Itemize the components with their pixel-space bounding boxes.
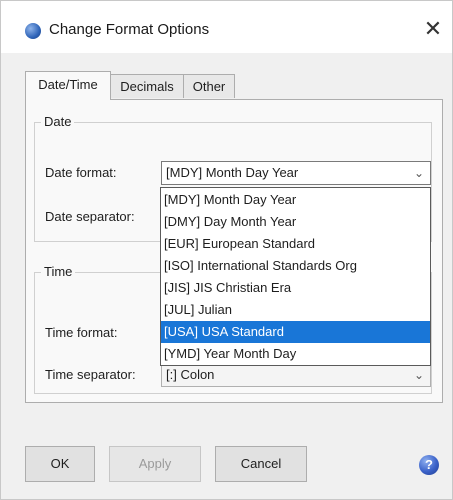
- tab-date-time[interactable]: Date/Time: [25, 71, 111, 100]
- dropdown-option[interactable]: [JUL] Julian: [161, 299, 430, 321]
- dropdown-option[interactable]: [YMD] Year Month Day: [161, 343, 430, 365]
- time-separator-value: [:] Colon: [166, 367, 215, 382]
- time-separator-select[interactable]: [:] Colon ⌄: [161, 363, 431, 387]
- date-format-dropdown-list[interactable]: [MDY] Month Day Year [DMY] Day Month Yea…: [160, 187, 431, 366]
- date-separator-label: Date separator:: [45, 209, 135, 224]
- dropdown-option-selected[interactable]: [USA] USA Standard: [161, 321, 430, 343]
- dropdown-option[interactable]: [EUR] European Standard: [161, 233, 430, 255]
- close-button[interactable]: ✕: [419, 15, 447, 43]
- chevron-down-icon: ⌄: [413, 368, 424, 382]
- tab-other[interactable]: Other: [183, 74, 235, 98]
- date-group-title: Date: [41, 114, 75, 129]
- time-separator-label: Time separator:: [45, 367, 136, 382]
- dropdown-option[interactable]: [DMY] Day Month Year: [161, 211, 430, 233]
- time-group-title: Time: [41, 264, 76, 279]
- change-format-options-dialog: Change Format Options ✕ Date/Time Decima…: [0, 0, 453, 500]
- dialog-title: Change Format Options: [49, 21, 210, 38]
- chevron-down-icon: ⌄: [413, 166, 424, 180]
- dropdown-option[interactable]: [ISO] International Standards Org: [161, 255, 430, 277]
- ok-button[interactable]: OK: [25, 446, 95, 482]
- help-icon[interactable]: ?: [419, 455, 439, 475]
- dropdown-option[interactable]: [JIS] JIS Christian Era: [161, 277, 430, 299]
- cancel-button[interactable]: Cancel: [215, 446, 307, 482]
- date-format-select[interactable]: [MDY] Month Day Year ⌄: [161, 161, 431, 185]
- title-bar: Change Format Options ✕: [1, 1, 452, 53]
- app-globe-icon: [25, 23, 41, 39]
- date-format-value: [MDY] Month Day Year: [166, 165, 299, 180]
- date-format-label: Date format:: [45, 165, 117, 180]
- tab-decimals[interactable]: Decimals: [110, 74, 184, 98]
- time-format-label: Time format:: [45, 325, 118, 340]
- dropdown-option[interactable]: [MDY] Month Day Year: [161, 189, 430, 211]
- apply-button[interactable]: Apply: [109, 446, 201, 482]
